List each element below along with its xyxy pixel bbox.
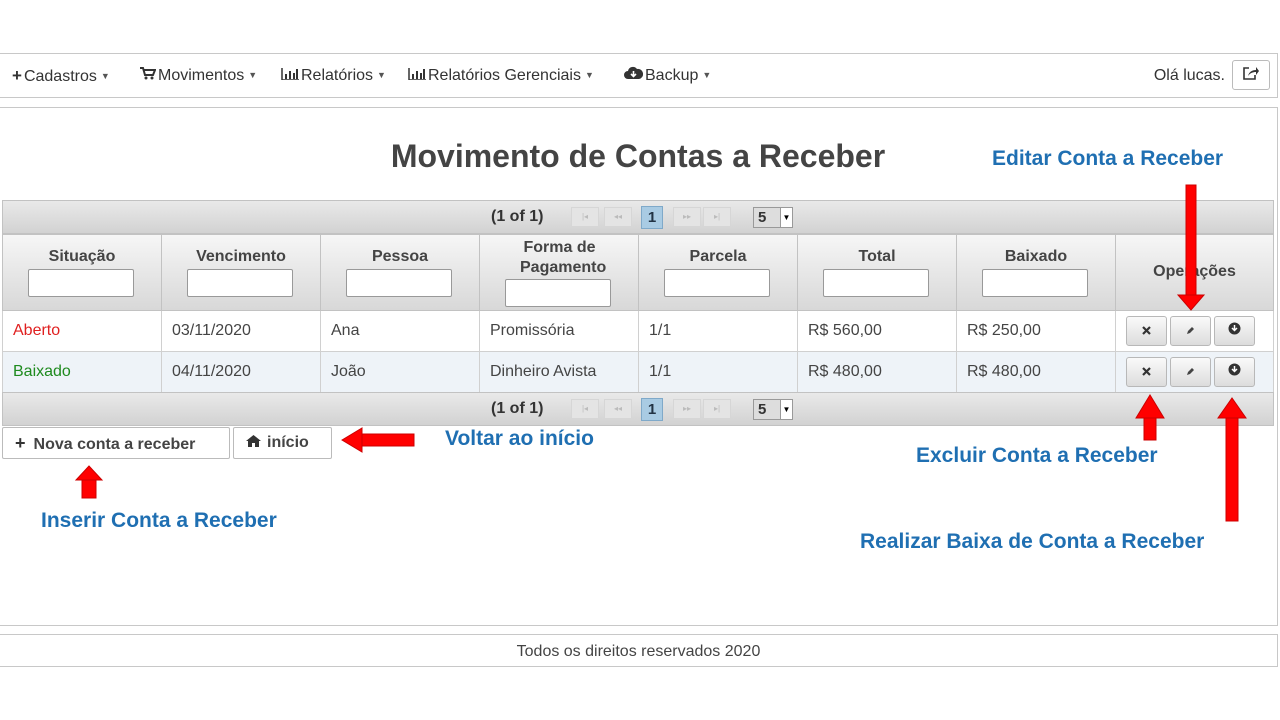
arrow-up-settle — [1217, 397, 1247, 522]
arrow-up-delete — [1135, 394, 1165, 441]
arrow-left-home — [341, 427, 415, 453]
arrow-up-insert — [74, 465, 104, 499]
footer: Todos os direitos reservados 2020 — [0, 634, 1278, 667]
annotation-arrows — [74, 184, 1247, 522]
arrow-down-edit — [1176, 184, 1206, 311]
